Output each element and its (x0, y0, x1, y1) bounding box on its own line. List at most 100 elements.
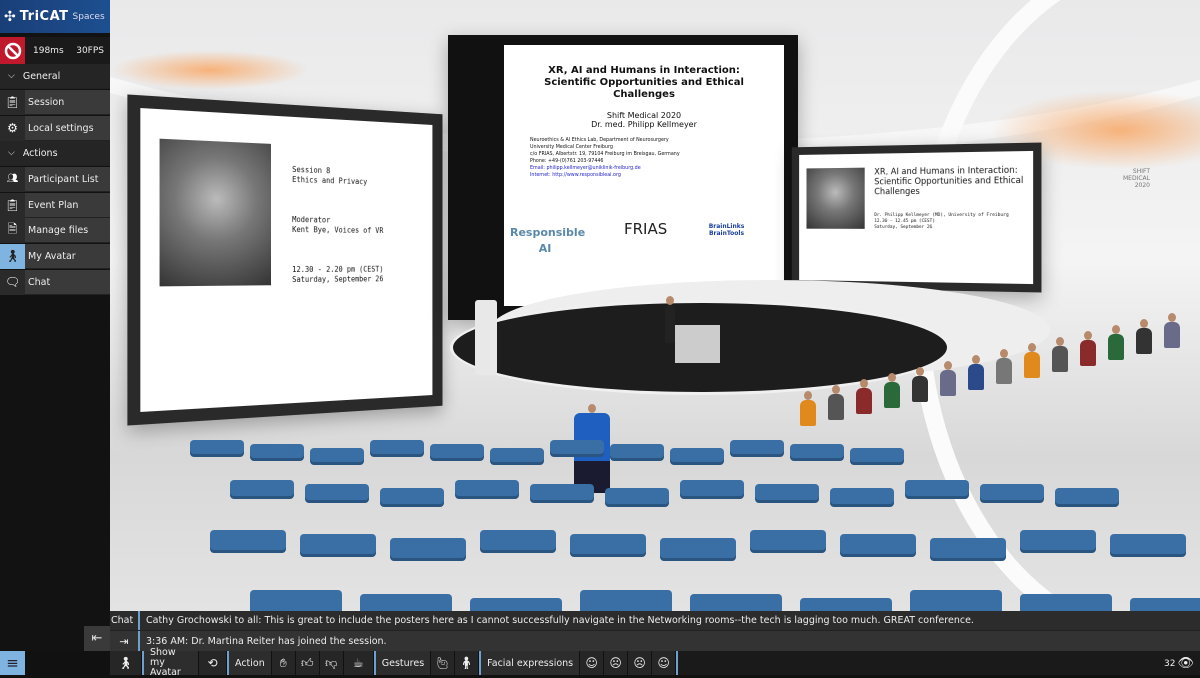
seat (305, 484, 369, 500)
screen-b[interactable]: B Session 8 Ethics and Privacy Moderator K… (127, 94, 443, 426)
avatar-attendee[interactable] (1024, 343, 1040, 378)
chat-label: Chat (110, 611, 140, 630)
avatar-attendee[interactable] (996, 349, 1012, 384)
seat (840, 534, 916, 554)
logo-text: TriCAT (19, 9, 69, 24)
thumbs-down-icon[interactable]: 👎︎ (319, 651, 344, 675)
eye-icon: 👁︎ (1177, 656, 1194, 671)
seat (455, 480, 519, 496)
system-message-bar: ⇥ 3:36 AM: Dr. Martina Reiter has joined… (110, 630, 1200, 651)
latency: 198ms (33, 45, 64, 56)
action-label: Action (229, 651, 272, 675)
seat (530, 484, 594, 500)
sidebar: ✣ TriCAT Spaces 198ms 30FPS ⌵ General 📋︎ S… (0, 0, 110, 651)
frias-logo: FRIAS (624, 220, 668, 238)
responsible-ai-logo: Responsible AI (510, 226, 586, 255)
seat (750, 530, 826, 550)
bow-gesture-icon[interactable]: 🧍︎ (455, 651, 480, 675)
seat (1110, 534, 1186, 554)
sidebar-item-event-plan[interactable]: 📋︎ Event Plan (0, 192, 110, 218)
coffee-icon[interactable]: ☕︎ (343, 651, 374, 675)
thumbs-up-icon[interactable]: 👍︎ (295, 651, 320, 675)
avatar-attendee[interactable] (1052, 337, 1068, 372)
rotate-icon[interactable]: ⟲ (199, 651, 227, 675)
chat-input-toggle-icon[interactable]: ⇥ (110, 631, 140, 651)
sad-icon[interactable]: ☹ (604, 651, 629, 675)
seat (370, 440, 424, 454)
seat (610, 444, 664, 458)
avatar-attendee[interactable] (828, 385, 844, 420)
seat (490, 448, 544, 462)
screen-c[interactable]: C XR, AI and Humans in Interaction: Scie… (791, 142, 1042, 293)
status-bar: 198ms 30FPS (0, 37, 110, 64)
menu-button[interactable]: ≡ (0, 651, 25, 675)
avatar-attendee[interactable] (800, 391, 816, 426)
chevron-down-icon: ⌵ (8, 148, 15, 158)
gestures-label: Gestures (375, 651, 432, 675)
logo-sub: Spaces (72, 11, 105, 22)
seat (250, 444, 304, 458)
viewer-count[interactable]: 32 👁︎ (1164, 656, 1194, 671)
seat (300, 534, 376, 554)
wall-light (110, 50, 310, 90)
seat (755, 484, 819, 500)
show-avatar-button[interactable]: Show my Avatar (144, 648, 199, 678)
sidebar-item-my-avatar[interactable]: 🚶︎ My Avatar (0, 243, 110, 269)
chat-message: Cathy Grochowski to all: This is great t… (146, 615, 974, 626)
section-label: Actions (22, 147, 58, 159)
slide-title: XR, AI and Humans in Interaction: Scient… (544, 65, 744, 100)
sidebar-item-participant-list[interactable]: 👥︎ Participant List (0, 166, 110, 192)
sidebar-item-label: Local settings (28, 122, 94, 134)
seat (830, 488, 894, 504)
speaker-photo (806, 167, 865, 229)
avatar-attendee[interactable] (1080, 331, 1096, 366)
seat (1055, 488, 1119, 504)
session-info: Session 8 Ethics and Privacy Moderator Ken… (292, 164, 384, 285)
angry-icon[interactable]: ☹ (628, 651, 653, 675)
collapse-sidebar-button[interactable]: ⇤ (84, 626, 110, 651)
seat (550, 440, 604, 454)
surprised-icon[interactable]: ☺ (652, 651, 677, 675)
avatar-attendee[interactable] (884, 373, 900, 408)
avatar-attendee[interactable] (1108, 325, 1124, 360)
section-actions[interactable]: ⌵ Actions (0, 141, 110, 166)
avatar-attendee[interactable] (940, 361, 956, 396)
no-entry-icon[interactable] (0, 37, 25, 64)
sidebar-item-manage-files[interactable]: 🗎 Manage files (0, 217, 110, 243)
avatar-speaker[interactable] (665, 296, 675, 343)
sidebar-item-label: Session (28, 96, 65, 108)
screen-label: B (295, 108, 301, 118)
chevron-down-icon: ⌵ (8, 71, 15, 81)
avatar-attendee[interactable] (912, 367, 928, 402)
sidebar-item-chat[interactable]: 🗨︎ Chat (0, 269, 110, 295)
3d-viewport[interactable]: SHIFT MEDICAL 2020 B Session 8 Ethics and… (110, 0, 1200, 651)
seat (390, 538, 466, 558)
chat-bar: Chat Cathy Grochowski to all: This is gr… (110, 611, 1200, 630)
sidebar-item-label: Chat (28, 276, 51, 288)
people-icon: 👥︎ (0, 166, 25, 192)
seat (310, 448, 364, 462)
sidebar-item-label: Event Plan (28, 199, 79, 211)
slide-details: Dr. Philipp Kellmeyer (MD), University o… (874, 212, 1009, 231)
avatar-icon-button[interactable]: 🚶︎ (110, 651, 142, 675)
divider (676, 651, 679, 675)
sidebar-item-session[interactable]: 📋︎ Session (0, 89, 110, 115)
screen-label: C (913, 151, 918, 153)
wave-gesture-icon[interactable]: 🙋︎ (431, 651, 456, 675)
raise-hand-icon[interactable]: ✋︎ (271, 651, 296, 675)
avatar-attendee[interactable] (968, 355, 984, 390)
avatar-attendee[interactable] (1136, 319, 1152, 354)
seat (930, 538, 1006, 558)
avatar-attendee[interactable] (1164, 313, 1180, 348)
avatar-attendee[interactable] (856, 379, 872, 414)
section-general[interactable]: ⌵ General (0, 64, 110, 89)
smile-icon[interactable]: ☺ (580, 651, 605, 675)
collapse-left-icon: ⇤ (91, 631, 103, 646)
seat (1020, 530, 1096, 550)
seat (210, 530, 286, 550)
slide-speaker: Dr. med. Philipp Kellmeyer (591, 120, 697, 129)
slide-contact: Neuroethics & AI Ethics Lab, Department … (530, 138, 680, 178)
screen-a[interactable]: A XR, AI and Humans in Interaction: Scie… (448, 35, 798, 320)
section-label: General (22, 70, 61, 82)
sidebar-item-local-settings[interactable]: ⚙ Local settings (0, 115, 110, 141)
